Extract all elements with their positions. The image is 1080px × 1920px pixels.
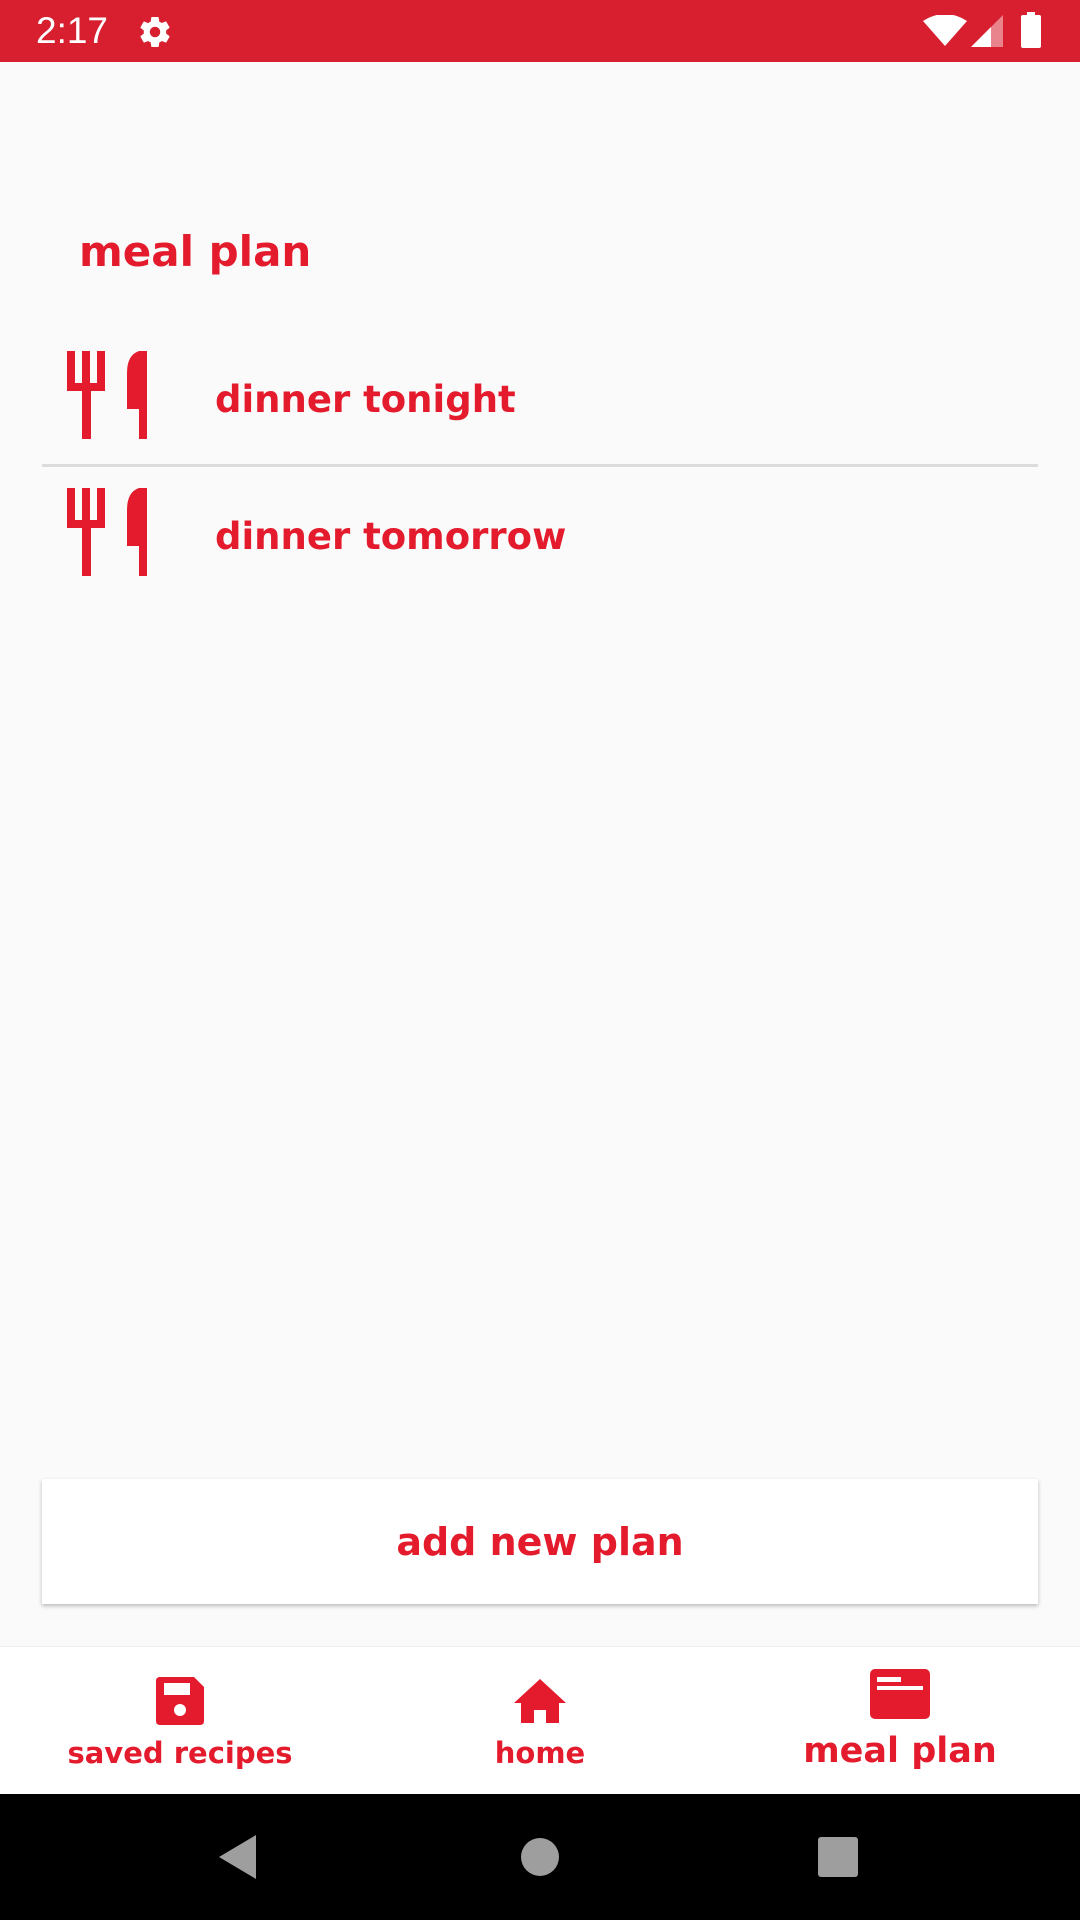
floppy-disk-icon xyxy=(156,1677,204,1725)
gear-icon xyxy=(140,17,170,48)
plan-label: dinner tomorrow xyxy=(215,515,567,558)
nav-label: saved recipes xyxy=(67,1736,293,1770)
plan-list: dinner tonight dinner tomorrow xyxy=(42,334,1038,601)
nav-meal-plan[interactable]: meal plan xyxy=(720,1647,1080,1795)
plan-item-dinner-tomorrow[interactable]: dinner tomorrow xyxy=(42,471,1038,601)
fork-knife-icon xyxy=(67,351,147,439)
status-time: 2:17 xyxy=(36,10,109,51)
home-circle-icon[interactable] xyxy=(520,1832,560,1882)
nav-label: home xyxy=(494,1736,586,1770)
bottom-nav: saved recipes home meal plan xyxy=(0,1646,1080,1795)
back-icon[interactable] xyxy=(216,1832,260,1882)
nav-label: meal plan xyxy=(803,1731,997,1771)
recents-icon[interactable] xyxy=(818,1832,858,1882)
status-bar: 2:17 xyxy=(0,0,1080,62)
wifi-icon xyxy=(923,15,967,46)
plan-label: dinner tonight xyxy=(215,378,516,421)
system-nav-bar xyxy=(0,1794,1080,1920)
battery-icon xyxy=(1021,12,1041,48)
fork-knife-icon xyxy=(67,488,147,576)
home-icon xyxy=(514,1679,566,1723)
add-new-plan-button[interactable]: add new plan xyxy=(42,1479,1038,1604)
meal-plan-icon xyxy=(870,1669,930,1719)
plan-item-dinner-tonight[interactable]: dinner tonight xyxy=(42,334,1038,467)
signal-icon xyxy=(971,15,1003,47)
page-title: meal plan xyxy=(79,227,312,276)
nav-home[interactable]: home xyxy=(360,1647,720,1795)
nav-saved-recipes[interactable]: saved recipes xyxy=(0,1647,360,1795)
